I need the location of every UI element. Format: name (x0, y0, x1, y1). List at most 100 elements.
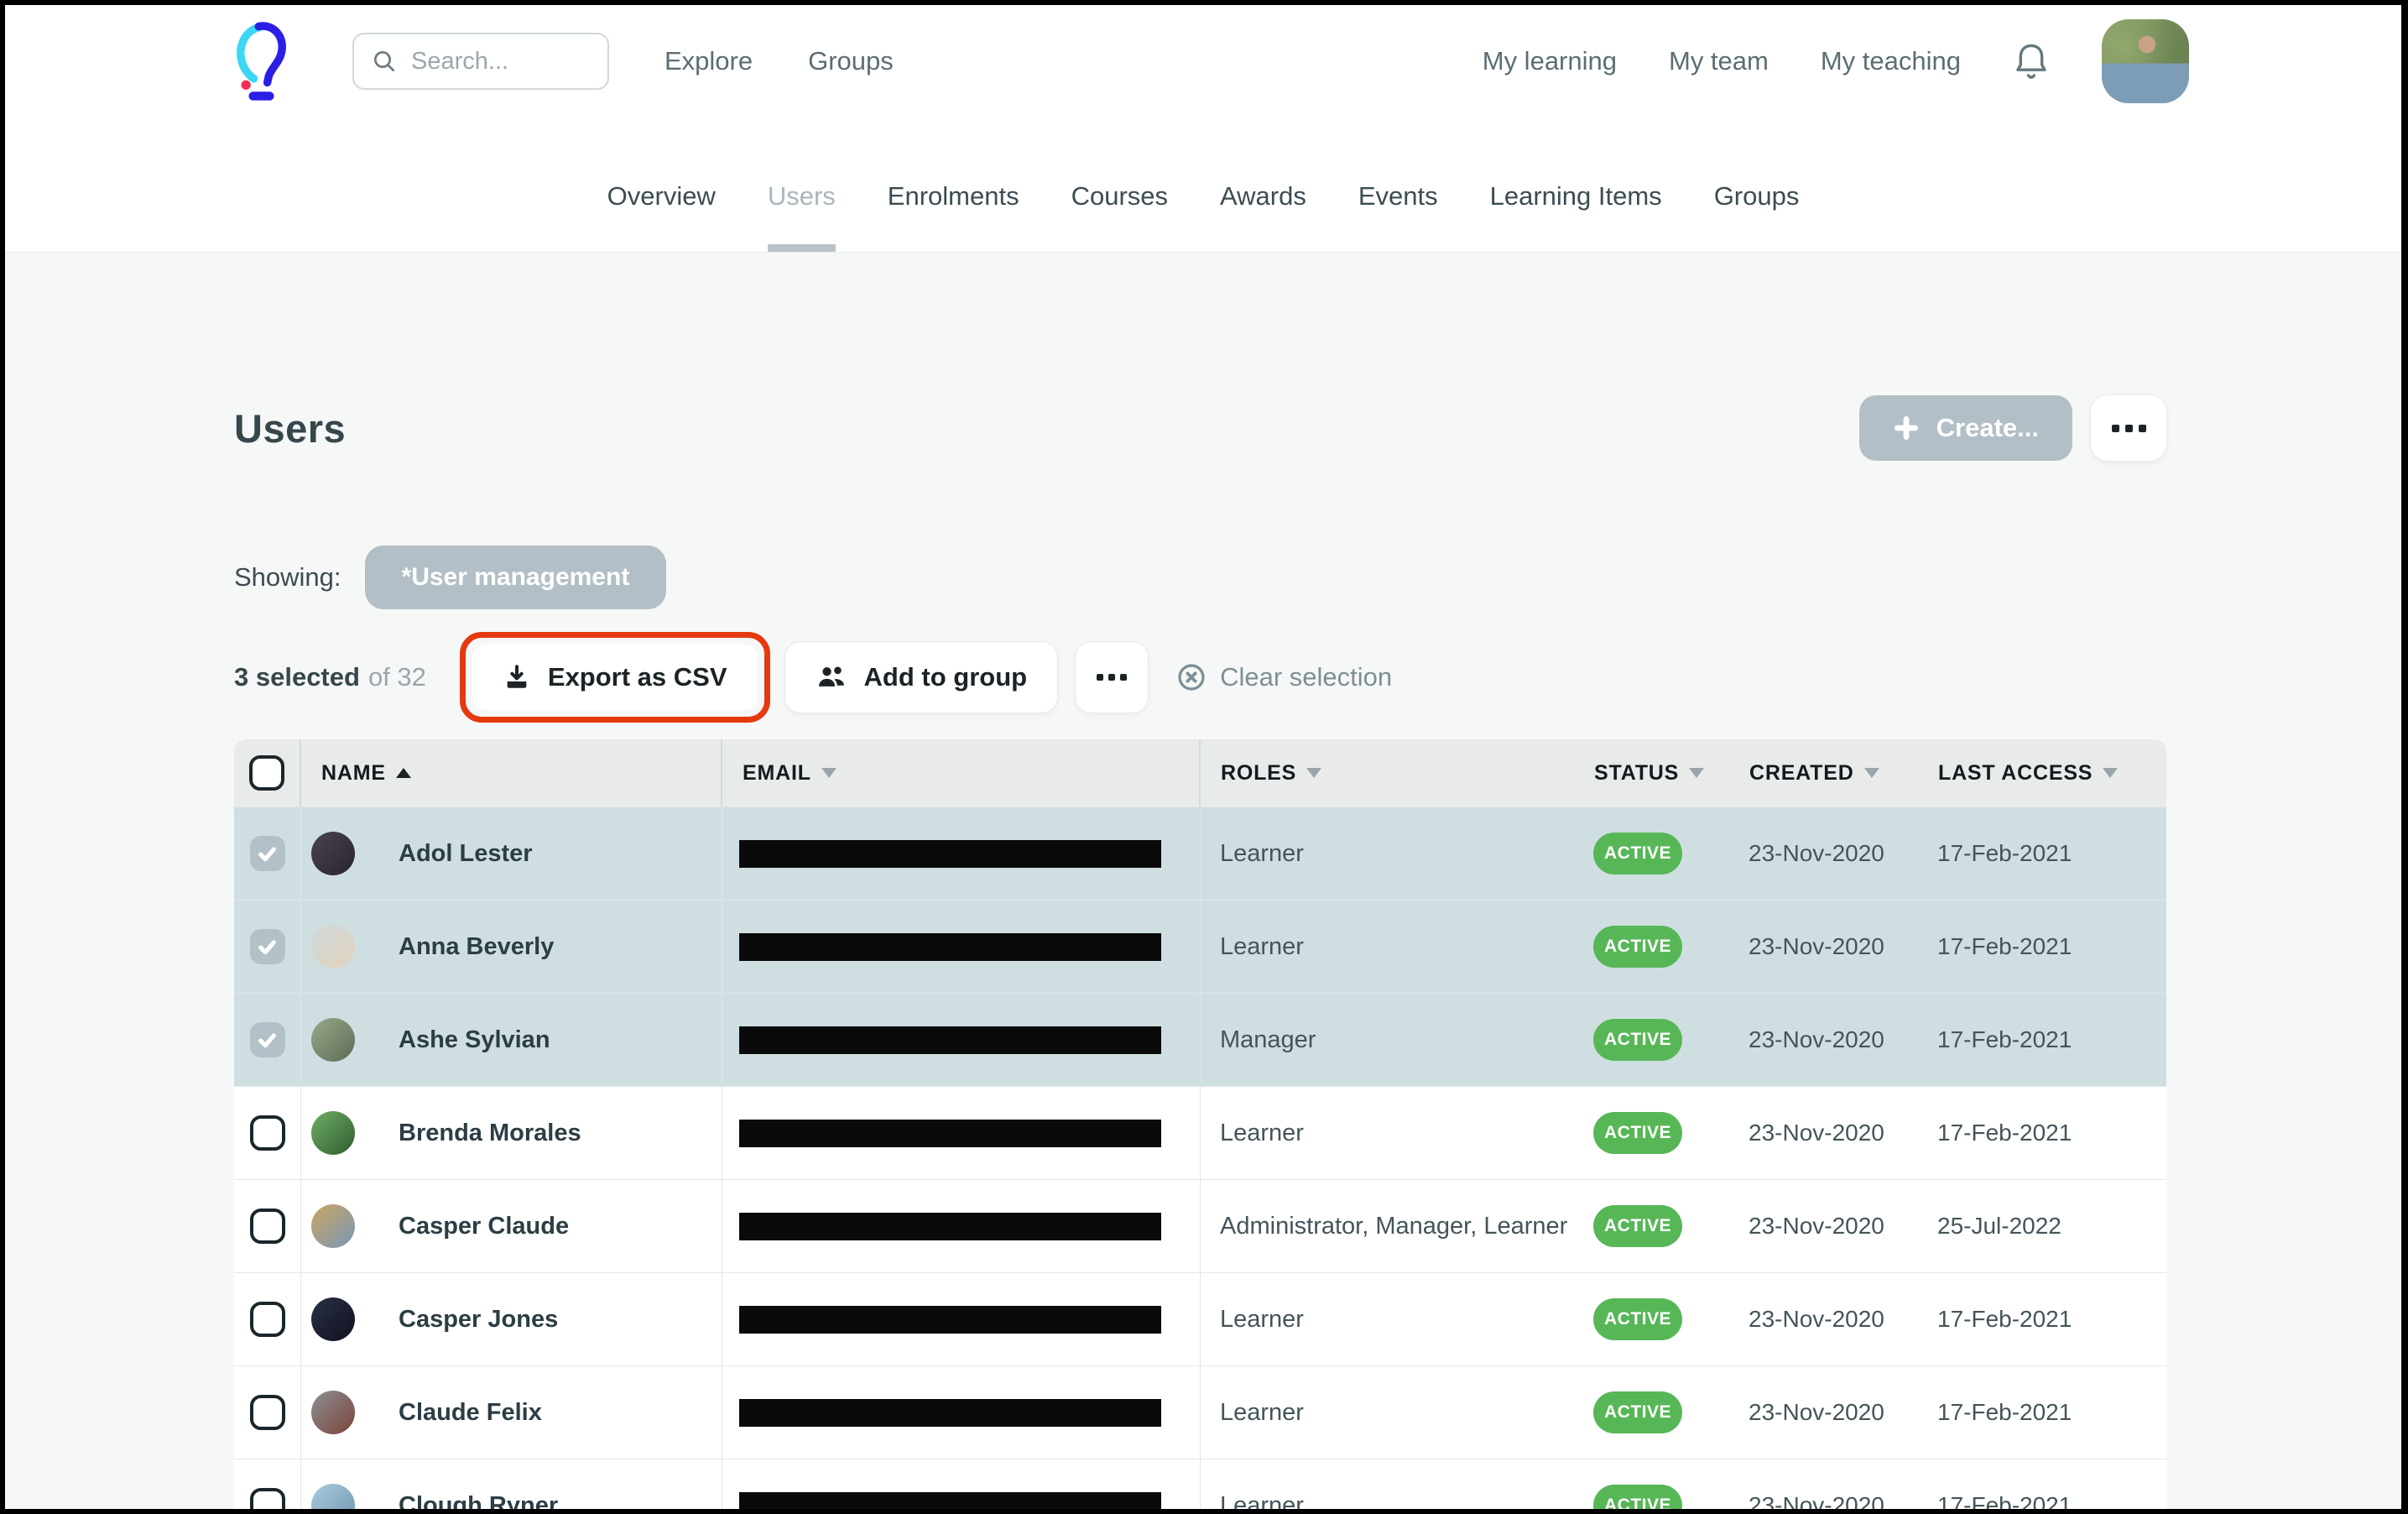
sort-icon (2103, 768, 2118, 778)
nav-link-my-learning[interactable]: My learning (1483, 46, 1617, 76)
row-checkbox[interactable] (250, 1302, 285, 1337)
user-avatar (311, 1111, 355, 1155)
user-roles: Learner (1201, 1306, 1589, 1334)
tab-bar: Overview Users Enrolments Courses Awards Even… (5, 117, 2401, 253)
page-title: Users (234, 405, 346, 452)
secondary-nav: My learning My team My teaching (1483, 19, 2189, 103)
user-name[interactable]: Anna Beverly (399, 933, 554, 961)
table-body: Adol Lester Learner ACTIVE 23-Nov-2020 1… (234, 807, 2166, 1509)
row-checkbox[interactable] (250, 929, 285, 964)
user-name[interactable]: Ashe Sylvian (399, 1026, 550, 1054)
clear-selection-button[interactable]: Clear selection (1176, 662, 1392, 692)
nav-link-my-teaching[interactable]: My teaching (1821, 46, 1961, 76)
row-checkbox[interactable] (250, 1488, 285, 1509)
user-roles: Administrator, Manager, Learner (1201, 1213, 1589, 1240)
table-row[interactable]: Claude Felix Learner ACTIVE 23-Nov-2020 … (234, 1365, 2166, 1459)
user-roles: Learner (1201, 1399, 1589, 1427)
profile-avatar[interactable] (2102, 19, 2189, 103)
row-checkbox[interactable] (250, 1209, 285, 1244)
user-name[interactable]: Adol Lester (399, 840, 533, 868)
tab-learning-items[interactable]: Learning Items (1490, 181, 1662, 252)
status-badge: ACTIVE (1593, 1112, 1682, 1154)
row-checkbox[interactable] (250, 1022, 285, 1057)
nav-link-explore[interactable]: Explore (665, 46, 753, 76)
filter-pill-user-management[interactable]: *User management (365, 546, 667, 609)
last-access-date: 17-Feb-2021 (1933, 1306, 2166, 1333)
notifications-bell-icon[interactable] (2013, 40, 2050, 82)
search-box[interactable] (352, 33, 609, 90)
select-all-cell (234, 739, 301, 807)
column-header-roles[interactable]: ROLES (1201, 761, 1589, 786)
select-all-checkbox[interactable] (249, 755, 284, 791)
table-row[interactable]: Casper Jones Learner ACTIVE 23-Nov-2020 … (234, 1272, 2166, 1365)
created-date: 23-Nov-2020 (1744, 840, 1933, 867)
last-access-date: 17-Feb-2021 (1933, 1026, 2166, 1053)
column-header-email[interactable]: EMAIL (722, 739, 1201, 807)
status-badge: ACTIVE (1593, 833, 1682, 874)
redacted-email (739, 840, 1161, 868)
page-more-actions-button[interactable] (2091, 395, 2166, 461)
bulk-action-row: 3 selected of 32 Export as CSV (234, 632, 2166, 723)
created-date: 23-Nov-2020 (1744, 1399, 1933, 1426)
table-row[interactable]: Casper Claude Administrator, Manager, Le… (234, 1179, 2166, 1272)
column-header-last-access[interactable]: LAST ACCESS (1933, 761, 2166, 786)
user-name[interactable]: Claude Felix (399, 1399, 542, 1427)
tab-groups[interactable]: Groups (1714, 181, 1800, 252)
user-avatar (311, 832, 355, 875)
export-csv-button[interactable]: Export as CSV (472, 645, 758, 710)
last-access-date: 17-Feb-2021 (1933, 1120, 2166, 1146)
ellipsis-icon (2112, 425, 2119, 432)
created-date: 23-Nov-2020 (1744, 1120, 1933, 1146)
status-badge: ACTIVE (1593, 1298, 1682, 1340)
column-header-name[interactable]: NAME (301, 739, 722, 807)
bulk-more-actions-button[interactable] (1076, 642, 1148, 713)
redacted-email (739, 1399, 1161, 1427)
row-checkbox[interactable] (250, 1115, 285, 1151)
column-header-created[interactable]: CREATED (1744, 761, 1933, 786)
redacted-email (739, 1213, 1161, 1240)
user-name[interactable]: Casper Claude (399, 1213, 569, 1240)
search-input[interactable] (411, 48, 579, 76)
tab-awards[interactable]: Awards (1220, 181, 1306, 252)
users-table: NAME EMAIL ROLES STATUS CREATED LAST ACC… (234, 739, 2166, 1509)
tab-enrolments[interactable]: Enrolments (888, 181, 1019, 252)
tab-events[interactable]: Events (1358, 181, 1438, 252)
table-row[interactable]: Clough Ryner Learner ACTIVE 23-Nov-2020 … (234, 1459, 2166, 1509)
status-badge: ACTIVE (1593, 1205, 1682, 1247)
tab-users[interactable]: Users (768, 181, 836, 252)
export-highlight-ring: Export as CSV (460, 632, 770, 723)
column-header-status[interactable]: STATUS (1589, 761, 1744, 786)
row-checkbox[interactable] (250, 1395, 285, 1430)
add-to-group-button[interactable]: Add to group (785, 642, 1058, 713)
last-access-date: 17-Feb-2021 (1933, 840, 2166, 867)
user-roles: Learner (1201, 933, 1589, 961)
last-access-date: 17-Feb-2021 (1933, 1492, 2166, 1509)
brand-logo[interactable] (234, 20, 289, 102)
table-row[interactable]: Ashe Sylvian Manager ACTIVE 23-Nov-2020 … (234, 993, 2166, 1086)
table-row[interactable]: Anna Beverly Learner ACTIVE 23-Nov-2020 … (234, 900, 2166, 993)
status-badge: ACTIVE (1593, 1391, 1682, 1433)
status-badge: ACTIVE (1593, 1019, 1682, 1061)
user-name[interactable]: Brenda Morales (399, 1120, 581, 1147)
row-checkbox[interactable] (250, 836, 285, 871)
sort-icon (1689, 768, 1704, 778)
tab-courses[interactable]: Courses (1071, 181, 1168, 252)
user-avatar (311, 1391, 355, 1434)
last-access-date: 17-Feb-2021 (1933, 1399, 2166, 1426)
table-row[interactable]: Brenda Morales Learner ACTIVE 23-Nov-202… (234, 1086, 2166, 1179)
nav-link-my-team[interactable]: My team (1669, 46, 1769, 76)
user-name[interactable]: Clough Ryner (399, 1492, 558, 1510)
user-avatar (311, 1297, 355, 1341)
user-name[interactable]: Casper Jones (399, 1306, 558, 1334)
top-nav: Explore Groups My learning My team My te… (5, 5, 2401, 117)
filter-row: Showing: *User management (234, 546, 2166, 609)
sort-icon (1864, 768, 1879, 778)
plus-icon (1893, 415, 1920, 441)
nav-link-groups[interactable]: Groups (808, 46, 894, 76)
create-button[interactable]: Create... (1859, 395, 2072, 461)
tab-overview[interactable]: Overview (607, 181, 716, 252)
redacted-email (739, 1492, 1161, 1510)
table-row[interactable]: Adol Lester Learner ACTIVE 23-Nov-2020 1… (234, 807, 2166, 900)
status-badge: ACTIVE (1593, 1485, 1682, 1509)
sort-icon (821, 768, 837, 778)
